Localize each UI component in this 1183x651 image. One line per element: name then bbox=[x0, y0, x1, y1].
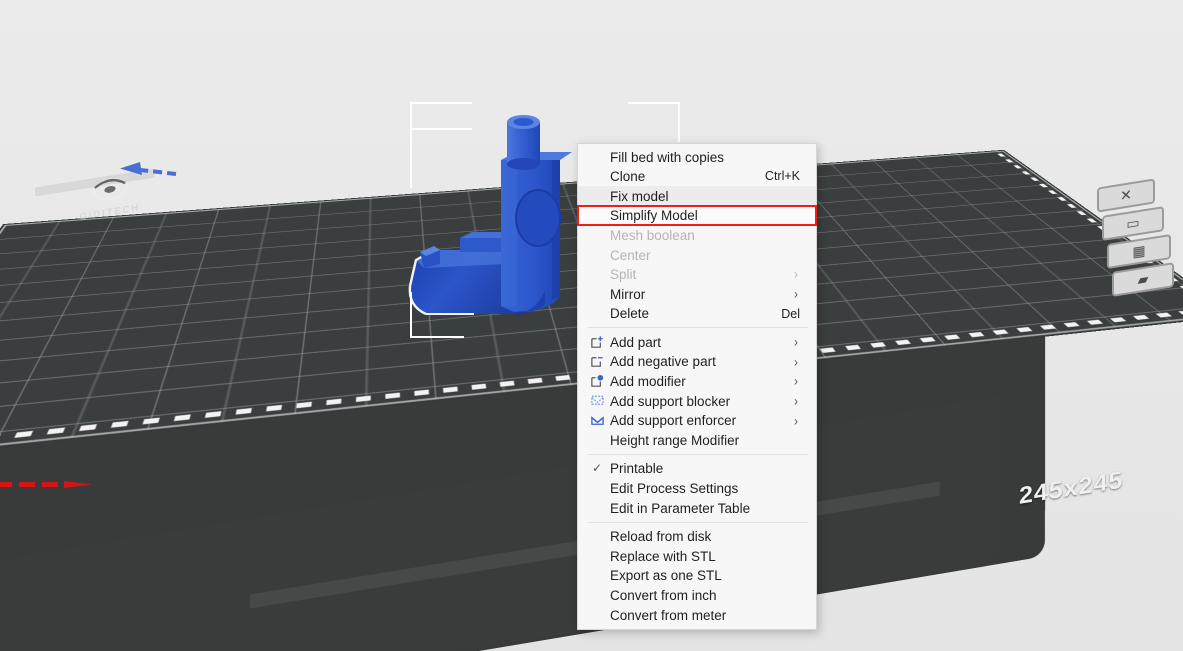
menu-item-height-range-modifier[interactable]: Height range Modifier bbox=[578, 430, 816, 450]
menu-item-mirror[interactable]: Mirror› bbox=[578, 284, 816, 304]
menu-item-add-part[interactable]: Add part› bbox=[578, 332, 816, 352]
menu-item-fix-model[interactable]: Fix model bbox=[578, 186, 816, 206]
menu-item-label: Delete bbox=[610, 306, 781, 321]
menu-item-label: Fix model bbox=[610, 189, 806, 204]
menu-item-center: Center bbox=[578, 245, 816, 265]
check-icon: ✓ bbox=[578, 462, 610, 476]
selection-corner-bottom-left bbox=[410, 292, 464, 338]
menu-item-delete[interactable]: DeleteDel bbox=[578, 304, 816, 324]
add-modifier-icon bbox=[578, 374, 610, 389]
close-x-icon[interactable]: ✕ bbox=[1097, 178, 1155, 212]
menu-item-label: Printable bbox=[610, 461, 806, 476]
object-gizmo-toolbar[interactable]: ✕ ▭ ▦ ▰ bbox=[1093, 183, 1175, 295]
lock-object-icon[interactable]: ▰ bbox=[1112, 262, 1174, 297]
menu-item-label: Mesh boolean bbox=[610, 228, 806, 243]
selection-corner-top-right bbox=[628, 102, 680, 142]
submenu-chevron-right-icon: › bbox=[794, 412, 806, 428]
menu-item-reload-from-disk[interactable]: Reload from disk bbox=[578, 527, 816, 547]
menu-item-edit-in-parameter-table[interactable]: Edit in Parameter Table bbox=[578, 498, 816, 518]
add-negative-part-icon bbox=[590, 354, 605, 369]
object-context-menu[interactable]: Fill bed with copies CloneCtrl+K Fix model… bbox=[577, 143, 817, 630]
menu-item-label: Fill bed with copies bbox=[610, 150, 806, 165]
axis-x-arrow-icon bbox=[0, 481, 92, 488]
lock-object-icon-glyph: ▰ bbox=[1138, 270, 1149, 289]
menu-item-add-support-blocker[interactable]: Add support blocker› bbox=[578, 391, 816, 411]
slicer-application-window: GIDITECH 245x245 bbox=[0, 0, 1183, 651]
menu-item-clone[interactable]: CloneCtrl+K bbox=[578, 167, 816, 187]
menu-item-label: Split bbox=[610, 267, 794, 282]
menu-item-shortcut: Ctrl+K bbox=[765, 169, 806, 183]
selection-corner-mid-left bbox=[410, 128, 472, 188]
menu-item-convert-from-meter[interactable]: Convert from meter bbox=[578, 605, 816, 625]
submenu-chevron-right-icon: › bbox=[794, 266, 806, 282]
add-part-icon bbox=[590, 335, 605, 350]
menu-item-label: Simplify Model bbox=[610, 208, 806, 223]
submenu-chevron-right-icon: › bbox=[794, 286, 806, 302]
add-support-blocker-icon bbox=[590, 393, 605, 408]
menu-item-label: Edit in Parameter Table bbox=[610, 501, 806, 516]
close-x-icon-glyph: ✕ bbox=[1120, 186, 1132, 205]
menu-item-label: Convert from inch bbox=[610, 588, 806, 603]
menu-item-printable[interactable]: ✓ Printable bbox=[578, 459, 816, 479]
add-negative-part-icon bbox=[578, 354, 610, 369]
menu-item-label: Reload from disk bbox=[610, 529, 806, 544]
axis-y-arrow-icon bbox=[118, 160, 180, 178]
menu-item-convert-from-inch[interactable]: Convert from inch bbox=[578, 585, 816, 605]
submenu-chevron-right-icon: › bbox=[794, 334, 806, 350]
menu-item-label: Height range Modifier bbox=[610, 433, 806, 448]
menu-item-label: Add negative part bbox=[610, 354, 794, 369]
menu-item-label: Center bbox=[610, 248, 806, 263]
menu-item-shortcut: Del bbox=[781, 307, 806, 321]
menu-item-export-as-one-stl[interactable]: Export as one STL bbox=[578, 566, 816, 586]
menu-item-label: Edit Process Settings bbox=[610, 481, 806, 496]
submenu-chevron-right-icon: › bbox=[794, 373, 806, 389]
menu-item-label: Add part bbox=[610, 335, 794, 350]
menu-item-add-modifier[interactable]: Add modifier› bbox=[578, 372, 816, 392]
menu-item-simplify-model[interactable]: Simplify Model bbox=[578, 206, 816, 226]
menu-item-add-negative-part[interactable]: Add negative part› bbox=[578, 352, 816, 372]
menu-item-label: Add modifier bbox=[610, 374, 794, 389]
menu-item-label: Convert from meter bbox=[610, 608, 806, 623]
add-modifier-icon bbox=[590, 374, 605, 389]
add-support-enforcer-icon bbox=[578, 413, 610, 428]
menu-item-add-support-enforcer[interactable]: Add support enforcer› bbox=[578, 411, 816, 431]
menu-item-label: Add support blocker bbox=[610, 394, 794, 409]
menu-separator bbox=[588, 327, 808, 328]
menu-item-label: Clone bbox=[610, 169, 765, 184]
submenu-chevron-right-icon: › bbox=[794, 354, 806, 370]
menu-separator bbox=[588, 454, 808, 455]
add-support-enforcer-icon bbox=[590, 413, 605, 428]
swirl-logo-icon bbox=[91, 174, 129, 205]
menu-item-label: Add support enforcer bbox=[610, 413, 794, 428]
grid-arrange-icon-glyph: ▦ bbox=[1132, 242, 1145, 261]
menu-item-label: Mirror bbox=[610, 287, 794, 302]
add-support-blocker-icon bbox=[578, 393, 610, 408]
menu-item-replace-with-stl[interactable]: Replace with STL bbox=[578, 546, 816, 566]
add-part-icon bbox=[578, 335, 610, 350]
menu-separator bbox=[588, 522, 808, 523]
menu-item-mesh-boolean: Mesh boolean bbox=[578, 225, 816, 245]
move-object-icon-glyph: ▭ bbox=[1126, 214, 1139, 233]
menu-item-split: Split› bbox=[578, 265, 816, 285]
menu-item-edit-process-settings[interactable]: Edit Process Settings bbox=[578, 479, 816, 499]
menu-item-label: Export as one STL bbox=[610, 568, 806, 583]
check-icon: ✓ bbox=[592, 461, 602, 475]
menu-item-label: Replace with STL bbox=[610, 549, 806, 564]
menu-item-fill-bed-with-copies[interactable]: Fill bed with copies bbox=[578, 147, 816, 167]
submenu-chevron-right-icon: › bbox=[794, 393, 806, 409]
